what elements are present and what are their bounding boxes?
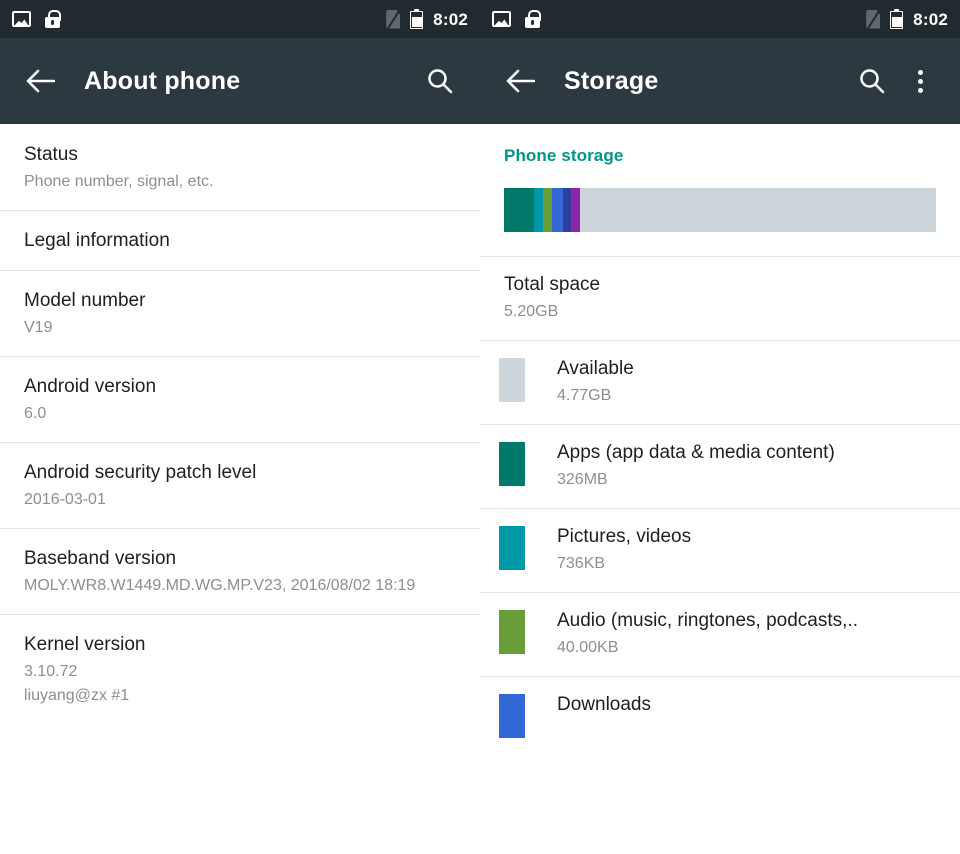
status-bar-clock: 8:02 xyxy=(433,9,468,29)
status-bar-right-icons: 8:02 xyxy=(866,9,948,29)
color-swatch-icon xyxy=(499,526,525,570)
color-swatch-icon xyxy=(499,358,525,402)
storage-row-text: Downloads xyxy=(557,692,651,718)
storage-row-title: Available xyxy=(557,358,634,379)
image-icon xyxy=(12,11,31,27)
storage-bar-segment-apps xyxy=(504,188,534,232)
storage-row-title: Audio (music, ringtones, podcasts,.. xyxy=(557,610,858,631)
battery-icon xyxy=(890,9,904,29)
storage-bar-segment-misc xyxy=(571,188,580,232)
color-swatch-icon xyxy=(499,442,525,486)
storage-row-available[interactable]: Available 4.77GB xyxy=(480,340,960,424)
status-bar-left-icons xyxy=(12,10,61,28)
storage-row-downloads[interactable]: Downloads xyxy=(480,676,960,754)
storage-row-audio[interactable]: Audio (music, ringtones, podcasts,.. 40.… xyxy=(480,592,960,676)
list-item-title: Baseband version xyxy=(24,548,177,569)
list-item-android-version[interactable]: Android version 6.0 xyxy=(0,356,480,442)
storage-row-title: Downloads xyxy=(557,694,651,715)
about-phone-panel: 8:02 About phone Status Phone number, si… xyxy=(0,0,480,854)
no-sim-icon xyxy=(386,10,400,29)
storage-usage-bar xyxy=(504,188,936,232)
back-button-about-phone[interactable] xyxy=(16,57,64,105)
overflow-menu-button[interactable] xyxy=(896,57,944,105)
search-button-about-phone[interactable] xyxy=(416,57,464,105)
storage-bar-segment-downloads xyxy=(552,188,563,232)
storage-row-pictures-videos[interactable]: Pictures, videos 736KB xyxy=(480,508,960,592)
status-bar-right: 8:02 xyxy=(480,0,960,38)
storage-row-text: Pictures, videos 736KB xyxy=(557,524,691,576)
storage-row-title: Total space xyxy=(504,274,601,295)
status-bar-left: 8:02 xyxy=(0,0,480,38)
phone-storage-section-header: Phone storage xyxy=(480,124,960,166)
list-item-title: Status xyxy=(24,144,78,165)
storage-row-text: Available 4.77GB xyxy=(557,356,634,408)
status-bar-clock: 8:02 xyxy=(913,9,948,29)
back-button-storage[interactable] xyxy=(496,57,544,105)
about-phone-title: About phone xyxy=(84,66,241,95)
storage-row-apps[interactable]: Apps (app data & media content) 326MB xyxy=(480,424,960,508)
storage-action-bar: Storage xyxy=(480,38,960,124)
dual-panel-screen: 8:02 About phone Status Phone number, si… xyxy=(0,0,960,854)
list-item-android-security-patch-level[interactable]: Android security patch level 2016-03-01 xyxy=(0,442,480,528)
storage-row-value: 736KB xyxy=(557,555,606,572)
storage-bar-segment-cached-data xyxy=(563,188,571,232)
list-item-subtitle: 6.0 xyxy=(24,405,47,422)
search-icon xyxy=(428,69,453,94)
list-item-kernel-version[interactable]: Kernel version 3.10.72 liuyang@zx #1 xyxy=(0,614,480,724)
arrow-back-icon xyxy=(26,69,55,93)
about-phone-action-bar: About phone xyxy=(0,38,480,124)
storage-row-total-space[interactable]: Total space 5.20GB xyxy=(480,256,960,340)
storage-panel: 8:02 Storage Phone storage Total space 5… xyxy=(480,0,960,854)
list-item-status[interactable]: Status Phone number, signal, etc. xyxy=(0,124,480,210)
storage-bar-segment-audio xyxy=(543,188,552,232)
storage-row-title: Apps (app data & media content) xyxy=(557,442,835,463)
storage-usage-bar-wrapper xyxy=(480,166,960,256)
list-item-subtitle: Phone number, signal, etc. xyxy=(24,173,214,190)
list-item-subtitle: V19 xyxy=(24,319,53,336)
list-item-legal-information[interactable]: Legal information xyxy=(0,210,480,270)
status-bar-right-icons: 8:02 xyxy=(386,9,468,29)
storage-row-value: 4.77GB xyxy=(557,387,612,404)
battery-icon xyxy=(410,9,424,29)
list-item-title: Android version xyxy=(24,376,157,397)
list-item-subtitle: 2016-03-01 xyxy=(24,491,106,508)
lock-icon xyxy=(45,10,61,28)
storage-title: Storage xyxy=(564,66,659,95)
list-item-title: Model number xyxy=(24,290,146,311)
list-item-title: Legal information xyxy=(24,230,170,251)
search-button-storage[interactable] xyxy=(848,57,896,105)
list-item-title: Kernel version xyxy=(24,634,146,655)
list-item-baseband-version[interactable]: Baseband version MOLY.WR8.W1449.MD.WG.MP… xyxy=(0,528,480,614)
lock-icon xyxy=(525,10,541,28)
color-swatch-icon xyxy=(499,610,525,654)
search-icon xyxy=(860,69,885,94)
image-icon xyxy=(492,11,511,27)
overflow-menu-icon xyxy=(917,69,923,93)
list-item-title: Android security patch level xyxy=(24,462,257,483)
arrow-back-icon xyxy=(506,69,535,93)
status-bar-left-icons xyxy=(492,10,541,28)
storage-row-value: 5.20GB xyxy=(504,303,559,320)
storage-row-value: 326MB xyxy=(557,471,608,488)
storage-row-value: 40.00KB xyxy=(557,639,619,656)
storage-breakdown-list: Total space 5.20GB Available 4.77GB Apps… xyxy=(480,256,960,754)
list-item-subtitle: MOLY.WR8.W1449.MD.WG.MP.V23, 2016/08/02 … xyxy=(24,577,416,594)
color-swatch-icon xyxy=(499,694,525,738)
storage-row-title: Pictures, videos xyxy=(557,526,692,547)
storage-bar-segment-pictures-videos xyxy=(534,188,543,232)
list-item-subtitle: 3.10.72 liuyang@zx #1 xyxy=(24,663,130,704)
section-title: Phone storage xyxy=(504,146,624,165)
storage-bar-free-segment xyxy=(580,188,936,232)
list-item-model-number[interactable]: Model number V19 xyxy=(0,270,480,356)
storage-row-text: Apps (app data & media content) 326MB xyxy=(557,440,835,492)
storage-row-text: Audio (music, ringtones, podcasts,.. 40.… xyxy=(557,608,858,660)
no-sim-icon xyxy=(866,10,880,29)
about-phone-list: Status Phone number, signal, etc. Legal … xyxy=(0,124,480,724)
